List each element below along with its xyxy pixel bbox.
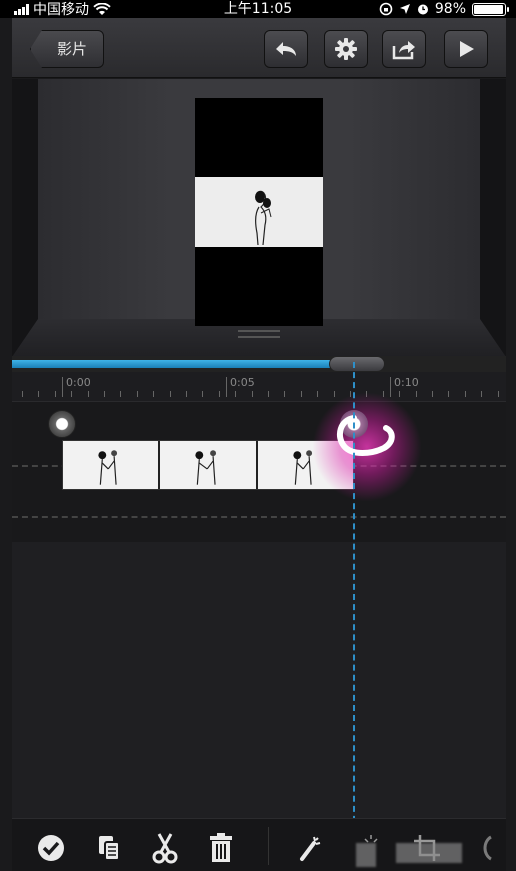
ruler-minor-tick: [317, 391, 318, 397]
ruler-minor-tick: [104, 391, 105, 397]
ruler-major-tick: [226, 377, 227, 397]
app-root: 中国移动 上午11:05 98% 影片 0:00 0:05 0:10: [0, 0, 516, 871]
undo-icon: [276, 42, 296, 56]
status-right: 98%: [379, 0, 509, 18]
magic-wand-icon: [300, 836, 321, 861]
trash-icon: [210, 833, 232, 862]
preview-grip[interactable]: [238, 330, 280, 338]
progress-fill: [12, 360, 333, 368]
play-button[interactable]: [444, 30, 488, 68]
ruler-minor-tick: [170, 391, 171, 397]
ruler-minor-tick: [252, 391, 253, 397]
empty-track-area: [12, 542, 506, 818]
ruler-tick-label: 0:00: [66, 376, 91, 389]
blurred-region: [356, 843, 376, 867]
thumbnail-figure: [195, 450, 217, 485]
ruler-minor-tick: [465, 391, 466, 397]
clip-start-handle[interactable]: [48, 410, 76, 438]
ruler-minor-tick: [71, 391, 72, 397]
ruler-minor-tick: [481, 391, 482, 397]
ruler-tick-label: 0:10: [394, 376, 419, 389]
battery-fill: [474, 4, 504, 14]
ruler-minor-tick: [202, 391, 203, 397]
ruler-minor-tick: [416, 391, 417, 397]
more-tools-button[interactable]: [474, 831, 498, 865]
copy-clip-icon: [99, 836, 120, 861]
delete-button[interactable]: [204, 831, 238, 865]
ruler-major-tick: [62, 377, 63, 397]
ruler-minor-tick: [88, 391, 89, 397]
magic-button[interactable]: [294, 831, 328, 865]
split-button[interactable]: [148, 831, 182, 865]
thumbnail-figure: [98, 450, 118, 485]
clip-thumbnail: [63, 441, 161, 489]
settings-button[interactable]: [324, 30, 368, 68]
confirm-button[interactable]: [34, 831, 68, 865]
video-frame: [195, 177, 323, 247]
playback-progress[interactable]: [12, 356, 506, 372]
back-label: 影片: [57, 40, 88, 58]
battery-icon: [472, 2, 509, 16]
blurred-region: [396, 843, 462, 863]
timeline-track[interactable]: [12, 392, 506, 542]
ruler-major-tick: [390, 377, 391, 397]
ruler-minor-tick: [219, 391, 220, 397]
timeline-ruler[interactable]: 0:00 0:05 0:10: [12, 372, 506, 402]
ruler-minor-tick: [448, 391, 449, 397]
ruler-minor-tick: [153, 391, 154, 397]
back-button[interactable]: 影片: [30, 30, 105, 68]
ruler-minor-tick: [301, 391, 302, 397]
ruler-minor-tick: [55, 391, 56, 397]
video-clip[interactable]: [62, 440, 354, 490]
more-icon: [483, 835, 492, 861]
tap-gesture-icon: [336, 415, 395, 456]
play-icon: [460, 41, 474, 57]
ruler-minor-tick: [186, 391, 187, 397]
video-preview[interactable]: [12, 79, 506, 357]
playhead-line[interactable]: [353, 362, 355, 832]
battery-percent: 98%: [434, 1, 466, 17]
ruler-minor-tick: [432, 391, 433, 397]
ruler-minor-tick: [399, 391, 400, 397]
share-button[interactable]: [382, 30, 426, 68]
ruler-minor-tick: [498, 391, 499, 397]
couple-figure: [255, 190, 272, 246]
ruler-tick-label: 0:05: [230, 376, 255, 389]
toolbar-divider: [268, 827, 269, 865]
ruler-minor-tick: [284, 391, 285, 397]
status-bar: 中国移动 上午11:05 98%: [0, 0, 516, 18]
rotation-lock-icon: [379, 2, 393, 16]
check-icon: [38, 835, 64, 861]
alarm-icon: [417, 4, 428, 15]
scissors-icon: [152, 833, 178, 864]
bottom-toolbar: [12, 818, 506, 871]
share-icon: [392, 41, 415, 60]
clip-thumbnail: [160, 441, 258, 489]
ruler-minor-tick: [137, 391, 138, 397]
audio-guide-line: [12, 516, 506, 518]
undo-button[interactable]: [264, 30, 308, 68]
ruler-minor-tick: [120, 391, 121, 397]
ruler-minor-tick: [235, 391, 236, 397]
ruler-minor-tick: [334, 391, 335, 397]
progress-knob[interactable]: [329, 356, 385, 372]
ruler-minor-tick: [268, 391, 269, 397]
ruler-minor-tick: [38, 391, 39, 397]
ruler-minor-tick: [22, 391, 23, 397]
location-icon: [399, 4, 410, 14]
gear-icon: [335, 38, 357, 60]
duplicate-button[interactable]: [92, 831, 126, 865]
top-bar: 影片: [12, 18, 506, 78]
preview-canvas: [195, 98, 323, 326]
